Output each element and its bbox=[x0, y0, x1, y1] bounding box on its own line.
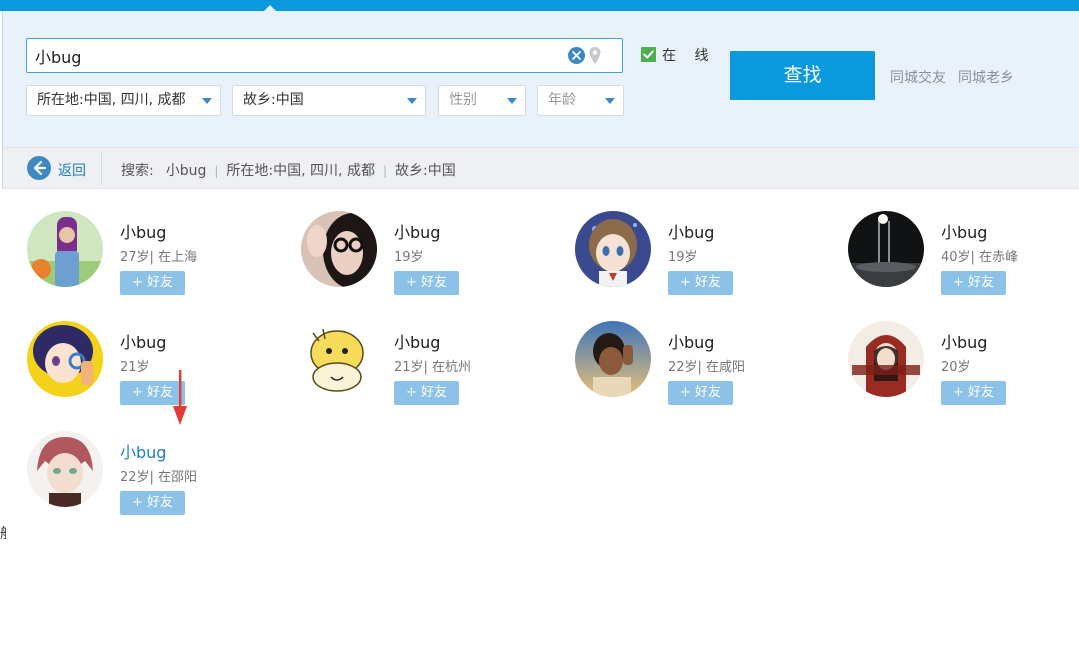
gender-dropdown[interactable]: 性别 bbox=[438, 85, 526, 116]
add-friend-button[interactable]: + 好友 bbox=[394, 381, 459, 405]
back-arrow-icon[interactable] bbox=[27, 156, 51, 180]
result-info: 22岁| 在邵阳 bbox=[120, 470, 198, 485]
location-pin-icon[interactable] bbox=[588, 46, 602, 65]
local-friends-link[interactable]: 同城交友 bbox=[890, 67, 946, 87]
gender-dropdown-value: 性别 bbox=[449, 92, 477, 108]
chevron-down-icon bbox=[202, 98, 212, 104]
location-dropdown[interactable]: 所在地:中国, 四川, 成都 bbox=[26, 85, 221, 116]
window-top-bar bbox=[0, 0, 1079, 12]
find-button[interactable]: 查找 bbox=[730, 51, 875, 100]
hometown-dropdown[interactable]: 故乡:中国 bbox=[232, 85, 426, 116]
result-info: 19岁 bbox=[394, 250, 424, 265]
result-name[interactable]: 小bug bbox=[394, 219, 440, 243]
result-info: 21岁 bbox=[120, 360, 150, 375]
age-dropdown[interactable]: 年龄 bbox=[537, 85, 624, 116]
chevron-down-icon bbox=[605, 98, 615, 104]
avatar[interactable] bbox=[575, 321, 651, 397]
crumb-separator: | bbox=[214, 164, 219, 178]
result-card: 小bug 22岁| 在咸阳 + 好友 bbox=[575, 321, 835, 411]
breadcrumb: 返回 搜索: 小bug | 所在地:中国, 四川, 成都 | 故乡:中国 bbox=[2, 147, 1079, 189]
result-card: 小bug 19岁 + 好友 bbox=[301, 211, 561, 301]
result-info: 22岁| 在咸阳 bbox=[668, 360, 746, 375]
result-name[interactable]: 小bug bbox=[668, 329, 714, 353]
search-summary-label: 搜索: bbox=[121, 163, 154, 179]
result-card: 小bug 21岁| 在杭州 + 好友 bbox=[301, 321, 561, 411]
result-card: 小bug 19岁 + 好友 bbox=[575, 211, 835, 301]
add-friend-button[interactable]: + 好友 bbox=[941, 381, 1006, 405]
add-friend-button[interactable]: + 好友 bbox=[120, 491, 185, 515]
result-info: 21岁| 在杭州 bbox=[394, 360, 472, 375]
result-info: 40岁| 在赤峰 bbox=[941, 250, 1019, 265]
online-label: 在 线 bbox=[662, 48, 716, 64]
hometown-friends-link[interactable]: 同城老乡 bbox=[958, 67, 1014, 87]
result-card: 小bug 20岁 + 好友 bbox=[848, 321, 1079, 411]
result-name[interactable]: 小bug bbox=[941, 219, 987, 243]
chevron-down-icon bbox=[407, 98, 417, 104]
avatar[interactable] bbox=[848, 321, 924, 397]
avatar[interactable] bbox=[27, 321, 103, 397]
online-checkbox[interactable] bbox=[641, 47, 656, 62]
result-name[interactable]: 小bug bbox=[668, 219, 714, 243]
hometown-dropdown-value: 故乡:中国 bbox=[243, 92, 304, 108]
add-friend-button[interactable]: + 好友 bbox=[120, 271, 185, 295]
search-summary-location: 所在地:中国, 四川, 成都 bbox=[226, 163, 375, 179]
search-summary-query: 小bug bbox=[165, 163, 207, 179]
search-summary: 搜索: 小bug | 所在地:中国, 四川, 成都 | 故乡:中国 bbox=[121, 160, 456, 180]
avatar[interactable] bbox=[848, 211, 924, 287]
add-friend-button[interactable]: + 好友 bbox=[668, 381, 733, 405]
avatar[interactable] bbox=[575, 211, 651, 287]
result-info: 19岁 bbox=[668, 250, 698, 265]
crumb-separator: | bbox=[382, 164, 387, 178]
avatar[interactable] bbox=[301, 211, 377, 287]
annotation-arrow-icon bbox=[173, 370, 187, 425]
result-name[interactable]: 小bug bbox=[394, 329, 440, 353]
result-name[interactable]: 小bug bbox=[120, 329, 166, 353]
search-page: 在 线 查找 同城交友 同城老乡 所在地:中国, 四川, 成都 故乡:中国 性别… bbox=[0, 0, 1079, 656]
avatar[interactable] bbox=[27, 211, 103, 287]
clear-icon[interactable] bbox=[568, 47, 585, 64]
search-summary-hometown: 故乡:中国 bbox=[395, 163, 456, 179]
avatar[interactable] bbox=[27, 431, 103, 507]
result-card: 小bug 21岁 + 好友 bbox=[27, 321, 287, 411]
result-info: 27岁| 在上海 bbox=[120, 250, 198, 265]
chevron-down-icon bbox=[507, 98, 517, 104]
crumb-divider bbox=[101, 152, 102, 185]
result-card: 小bug 27岁| 在上海 + 好友 bbox=[27, 211, 287, 301]
edge-glyph: 船 bbox=[0, 523, 6, 543]
add-friend-button[interactable]: + 好友 bbox=[394, 271, 459, 295]
avatar[interactable] bbox=[301, 321, 377, 397]
search-input[interactable] bbox=[35, 39, 555, 72]
back-link[interactable]: 返回 bbox=[58, 160, 86, 180]
add-friend-button[interactable]: + 好友 bbox=[941, 271, 1006, 295]
result-info: 20岁 bbox=[941, 360, 971, 375]
result-name[interactable]: 小bug bbox=[120, 439, 166, 463]
result-name[interactable]: 小bug bbox=[941, 329, 987, 353]
search-box[interactable] bbox=[26, 38, 623, 73]
add-friend-button[interactable]: + 好友 bbox=[668, 271, 733, 295]
result-card: 小bug 22岁| 在邵阳 + 好友 bbox=[27, 431, 287, 521]
location-dropdown-value: 所在地:中国, 四川, 成都 bbox=[37, 92, 186, 108]
age-dropdown-value: 年龄 bbox=[548, 92, 576, 108]
result-card: 小bug 40岁| 在赤峰 + 好友 bbox=[848, 211, 1079, 301]
result-name[interactable]: 小bug bbox=[120, 219, 166, 243]
